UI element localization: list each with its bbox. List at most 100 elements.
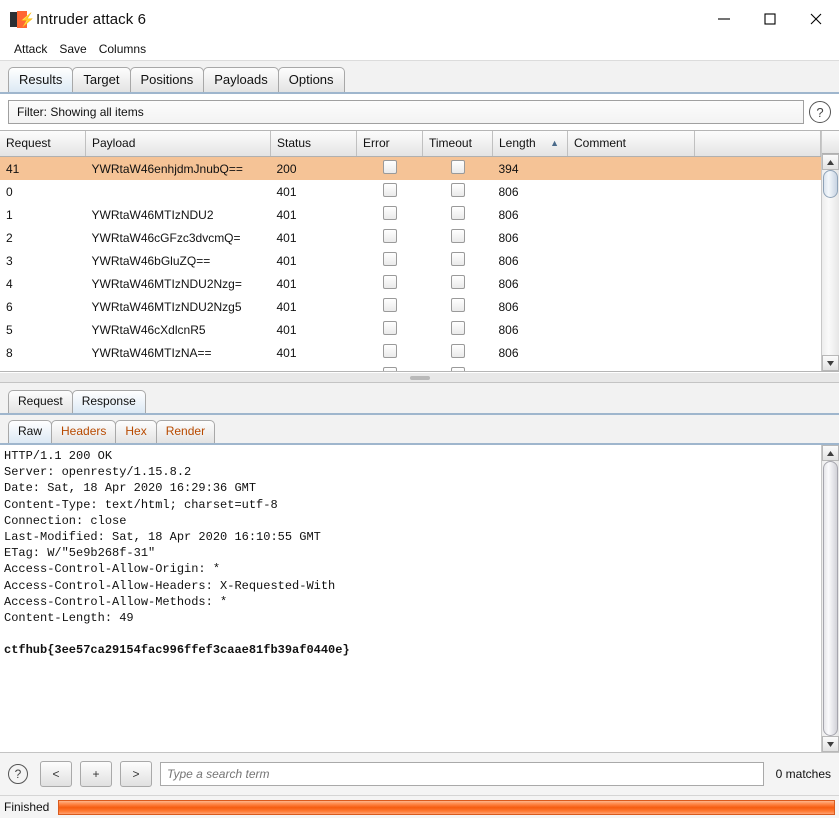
- cell-timeout: [423, 203, 493, 226]
- response-raw-text[interactable]: HTTP/1.1 200 OK Server: openresty/1.15.8…: [0, 445, 821, 752]
- table-row[interactable]: 3 YWRtaW46bGluZQ== 401 806: [0, 249, 821, 272]
- table-row[interactable]: 8 YWRtaW46MTIzNA== 401 806: [0, 341, 821, 364]
- response-scroll-track[interactable]: [822, 461, 839, 736]
- maximize-button[interactable]: [747, 0, 793, 38]
- timeout-checkbox[interactable]: [450, 298, 465, 312]
- cell-filler: [694, 295, 821, 318]
- table-row[interactable]: 2 YWRtaW46cGFzc3dvcmQ= 401 806: [0, 226, 821, 249]
- error-checkbox[interactable]: [382, 344, 397, 358]
- error-checkbox[interactable]: [382, 298, 397, 312]
- timeout-checkbox[interactable]: [450, 275, 465, 289]
- table-row[interactable]: 41 YWRtaW46enhjdmJnubQ== 200 394: [0, 156, 821, 180]
- question-mark-icon[interactable]: ?: [809, 101, 831, 123]
- response-scroll-up-button[interactable]: [822, 445, 839, 461]
- pane-splitter[interactable]: [0, 372, 839, 383]
- error-checkbox[interactable]: [382, 206, 397, 220]
- cell-status: 401: [276, 299, 297, 314]
- search-next-button[interactable]: >: [120, 761, 152, 787]
- search-help-icon[interactable]: ?: [8, 764, 28, 784]
- table-row[interactable]: 0 401 806: [0, 180, 821, 203]
- timeout-checkbox[interactable]: [450, 321, 465, 335]
- search-add-button[interactable]: +: [80, 761, 112, 787]
- view-tab-strip: Raw Headers Hex Render: [0, 415, 839, 445]
- cell-length: 806: [498, 322, 519, 337]
- cell-timeout: [423, 226, 493, 249]
- tab-results[interactable]: Results: [8, 67, 74, 92]
- table-row[interactable]: 6 YWRtaW46MTIzNDU2Nzg5 401 806: [0, 295, 821, 318]
- timeout-checkbox[interactable]: [450, 252, 465, 266]
- column-header-request[interactable]: Request: [0, 131, 86, 157]
- tab-payloads[interactable]: Payloads: [203, 67, 279, 92]
- column-header-error[interactable]: Error: [356, 131, 423, 157]
- table-row[interactable]: 10YWRtaW46MTIzNDU2Nw==401 806: [0, 364, 821, 371]
- column-header-status[interactable]: Status: [270, 131, 357, 157]
- search-input[interactable]: [160, 762, 764, 786]
- results-vertical-scrollbar[interactable]: [821, 131, 839, 371]
- timeout-checkbox[interactable]: [450, 229, 465, 243]
- cell-comment: [567, 156, 694, 180]
- error-checkbox[interactable]: [382, 275, 397, 289]
- cell-filler: [694, 203, 821, 226]
- window-title-bar: ⚡ Intruder attack 6: [0, 0, 839, 38]
- tab-response[interactable]: Response: [71, 390, 146, 413]
- search-previous-button[interactable]: <: [40, 761, 72, 787]
- main-tab-strip: Results Target Positions Payloads Option…: [0, 61, 839, 94]
- error-checkbox[interactable]: [382, 160, 397, 174]
- menu-item-columns[interactable]: Columns: [93, 40, 152, 58]
- timeout-checkbox[interactable]: [450, 160, 465, 174]
- error-checkbox[interactable]: [382, 321, 397, 335]
- column-header-timeout[interactable]: Timeout: [422, 131, 493, 157]
- cell-length: 806: [498, 184, 519, 199]
- close-button[interactable]: [793, 0, 839, 38]
- tab-hex[interactable]: Hex: [115, 420, 157, 443]
- cell-filler: [694, 272, 821, 295]
- cell-filler: [694, 249, 821, 272]
- tab-raw[interactable]: Raw: [8, 420, 53, 443]
- column-header-length[interactable]: Length ▲: [492, 131, 568, 157]
- filter-row: Filter: Showing all items ?: [0, 94, 839, 130]
- tab-render[interactable]: Render: [155, 420, 216, 443]
- menu-item-attack[interactable]: Attack: [8, 40, 53, 58]
- timeout-checkbox[interactable]: [450, 367, 465, 371]
- response-vertical-scrollbar[interactable]: [821, 445, 839, 752]
- error-checkbox[interactable]: [382, 367, 397, 371]
- timeout-checkbox[interactable]: [450, 344, 465, 358]
- response-scroll-thumb[interactable]: [823, 461, 838, 736]
- error-checkbox[interactable]: [382, 183, 397, 197]
- splitter-grip[interactable]: [409, 376, 430, 380]
- scroll-down-button[interactable]: [822, 355, 839, 371]
- window-controls: [701, 0, 839, 38]
- cell-timeout: [423, 180, 493, 203]
- results-table-body: 41 YWRtaW46enhjdmJnubQ== 200 394 0 401 806 1 YWR…: [0, 156, 821, 371]
- table-row[interactable]: 4 YWRtaW46MTIzNDU2Nzg= 401 806: [0, 272, 821, 295]
- filter-bar[interactable]: Filter: Showing all items: [8, 100, 804, 124]
- tab-target[interactable]: Target: [72, 67, 131, 92]
- error-checkbox[interactable]: [382, 229, 397, 243]
- results-scroll-track[interactable]: [822, 170, 839, 355]
- tab-positions[interactable]: Positions: [129, 67, 205, 92]
- tab-headers[interactable]: Headers: [51, 420, 117, 443]
- cell-status: 401: [276, 322, 297, 337]
- cell-error: [357, 226, 423, 249]
- timeout-checkbox[interactable]: [450, 206, 465, 220]
- column-header-comment[interactable]: Comment: [567, 131, 695, 157]
- window-title: Intruder attack 6: [36, 10, 147, 28]
- results-scroll-thumb[interactable]: [823, 170, 838, 198]
- column-header-length-label: Length: [499, 136, 536, 150]
- response-scroll-down-button[interactable]: [822, 736, 839, 752]
- error-checkbox[interactable]: [382, 252, 397, 266]
- cell-error: [357, 272, 423, 295]
- tab-request[interactable]: Request: [8, 390, 73, 413]
- cell-error: [356, 156, 423, 180]
- table-row[interactable]: 1 YWRtaW46MTIzNDU2 401 806: [0, 203, 821, 226]
- menu-item-save[interactable]: Save: [53, 40, 92, 58]
- table-row[interactable]: 5 YWRtaW46cXdlcnR5 401 806: [0, 318, 821, 341]
- column-header-payload[interactable]: Payload: [85, 131, 271, 157]
- tab-options[interactable]: Options: [277, 67, 345, 92]
- timeout-checkbox[interactable]: [450, 183, 465, 197]
- search-toolbar: ? < + > 0 matches: [0, 753, 839, 796]
- minimize-button[interactable]: [701, 0, 747, 38]
- cell-comment: [568, 295, 695, 318]
- attack-progress-bar: [58, 799, 835, 815]
- scroll-up-button[interactable]: [822, 154, 839, 170]
